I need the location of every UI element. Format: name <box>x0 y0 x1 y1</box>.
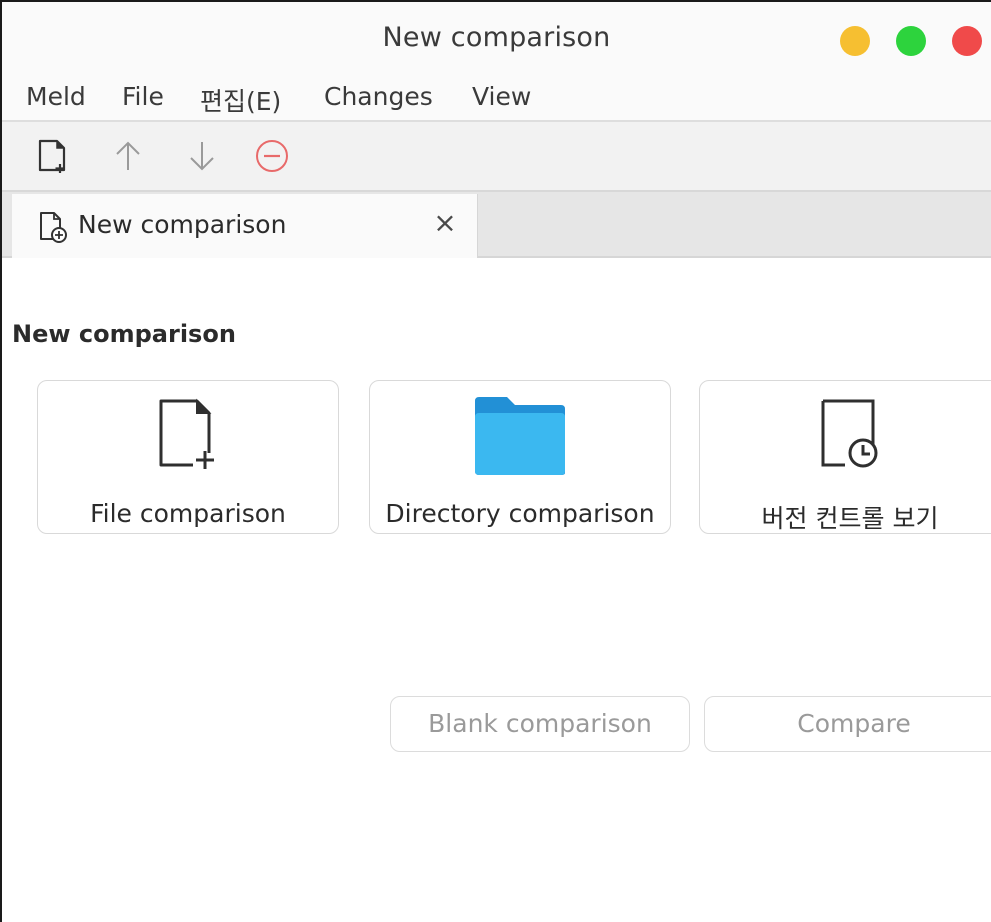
directory-comparison-label: Directory comparison <box>385 499 655 528</box>
new-comparison-button[interactable] <box>32 136 72 176</box>
app-window: New comparison Meld File 편집(E) Changes V… <box>0 0 991 922</box>
tab-new-comparison[interactable]: New comparison × <box>12 194 478 258</box>
tab-close-button[interactable]: × <box>428 206 462 239</box>
toolbar <box>2 120 991 192</box>
compare-button[interactable]: Compare <box>704 696 991 752</box>
directory-comparison-card[interactable]: Directory comparison <box>369 380 671 534</box>
version-control-card[interactable]: 버전 컨트롤 보기 <box>699 380 991 534</box>
stop-icon <box>256 140 288 172</box>
tab-label: New comparison <box>78 210 287 239</box>
arrow-up-icon <box>116 141 140 170</box>
menu-changes[interactable]: Changes <box>324 82 433 111</box>
menu-file[interactable]: File <box>122 82 164 111</box>
maximize-button[interactable] <box>896 26 926 56</box>
close-window-button[interactable] <box>952 26 982 56</box>
menu-meld[interactable]: Meld <box>26 82 86 111</box>
version-control-icon <box>821 399 878 468</box>
arrow-down-icon <box>190 142 214 171</box>
file-comparison-label: File comparison <box>90 499 286 528</box>
previous-change-button[interactable] <box>108 136 148 176</box>
folder-icon <box>475 397 565 475</box>
menu-edit[interactable]: 편집(E) <box>200 82 281 118</box>
file-comparison-card[interactable]: File comparison <box>37 380 339 534</box>
file-add-icon <box>159 398 219 471</box>
blank-comparison-button[interactable]: Blank comparison <box>390 696 690 752</box>
next-change-button[interactable] <box>182 136 222 176</box>
new-document-icon <box>40 212 67 243</box>
version-control-label: 버전 컨트롤 보기 <box>761 504 939 533</box>
tab-bar: New comparison × <box>2 192 991 258</box>
menu-bar: Meld File 편집(E) Changes View <box>2 74 991 120</box>
new-comparison-icon <box>38 139 66 173</box>
title-bar: New comparison <box>2 2 991 74</box>
stop-button[interactable] <box>252 136 292 176</box>
minimize-button[interactable] <box>840 26 870 56</box>
section-title: New comparison <box>12 320 236 348</box>
menu-view[interactable]: View <box>472 82 531 111</box>
